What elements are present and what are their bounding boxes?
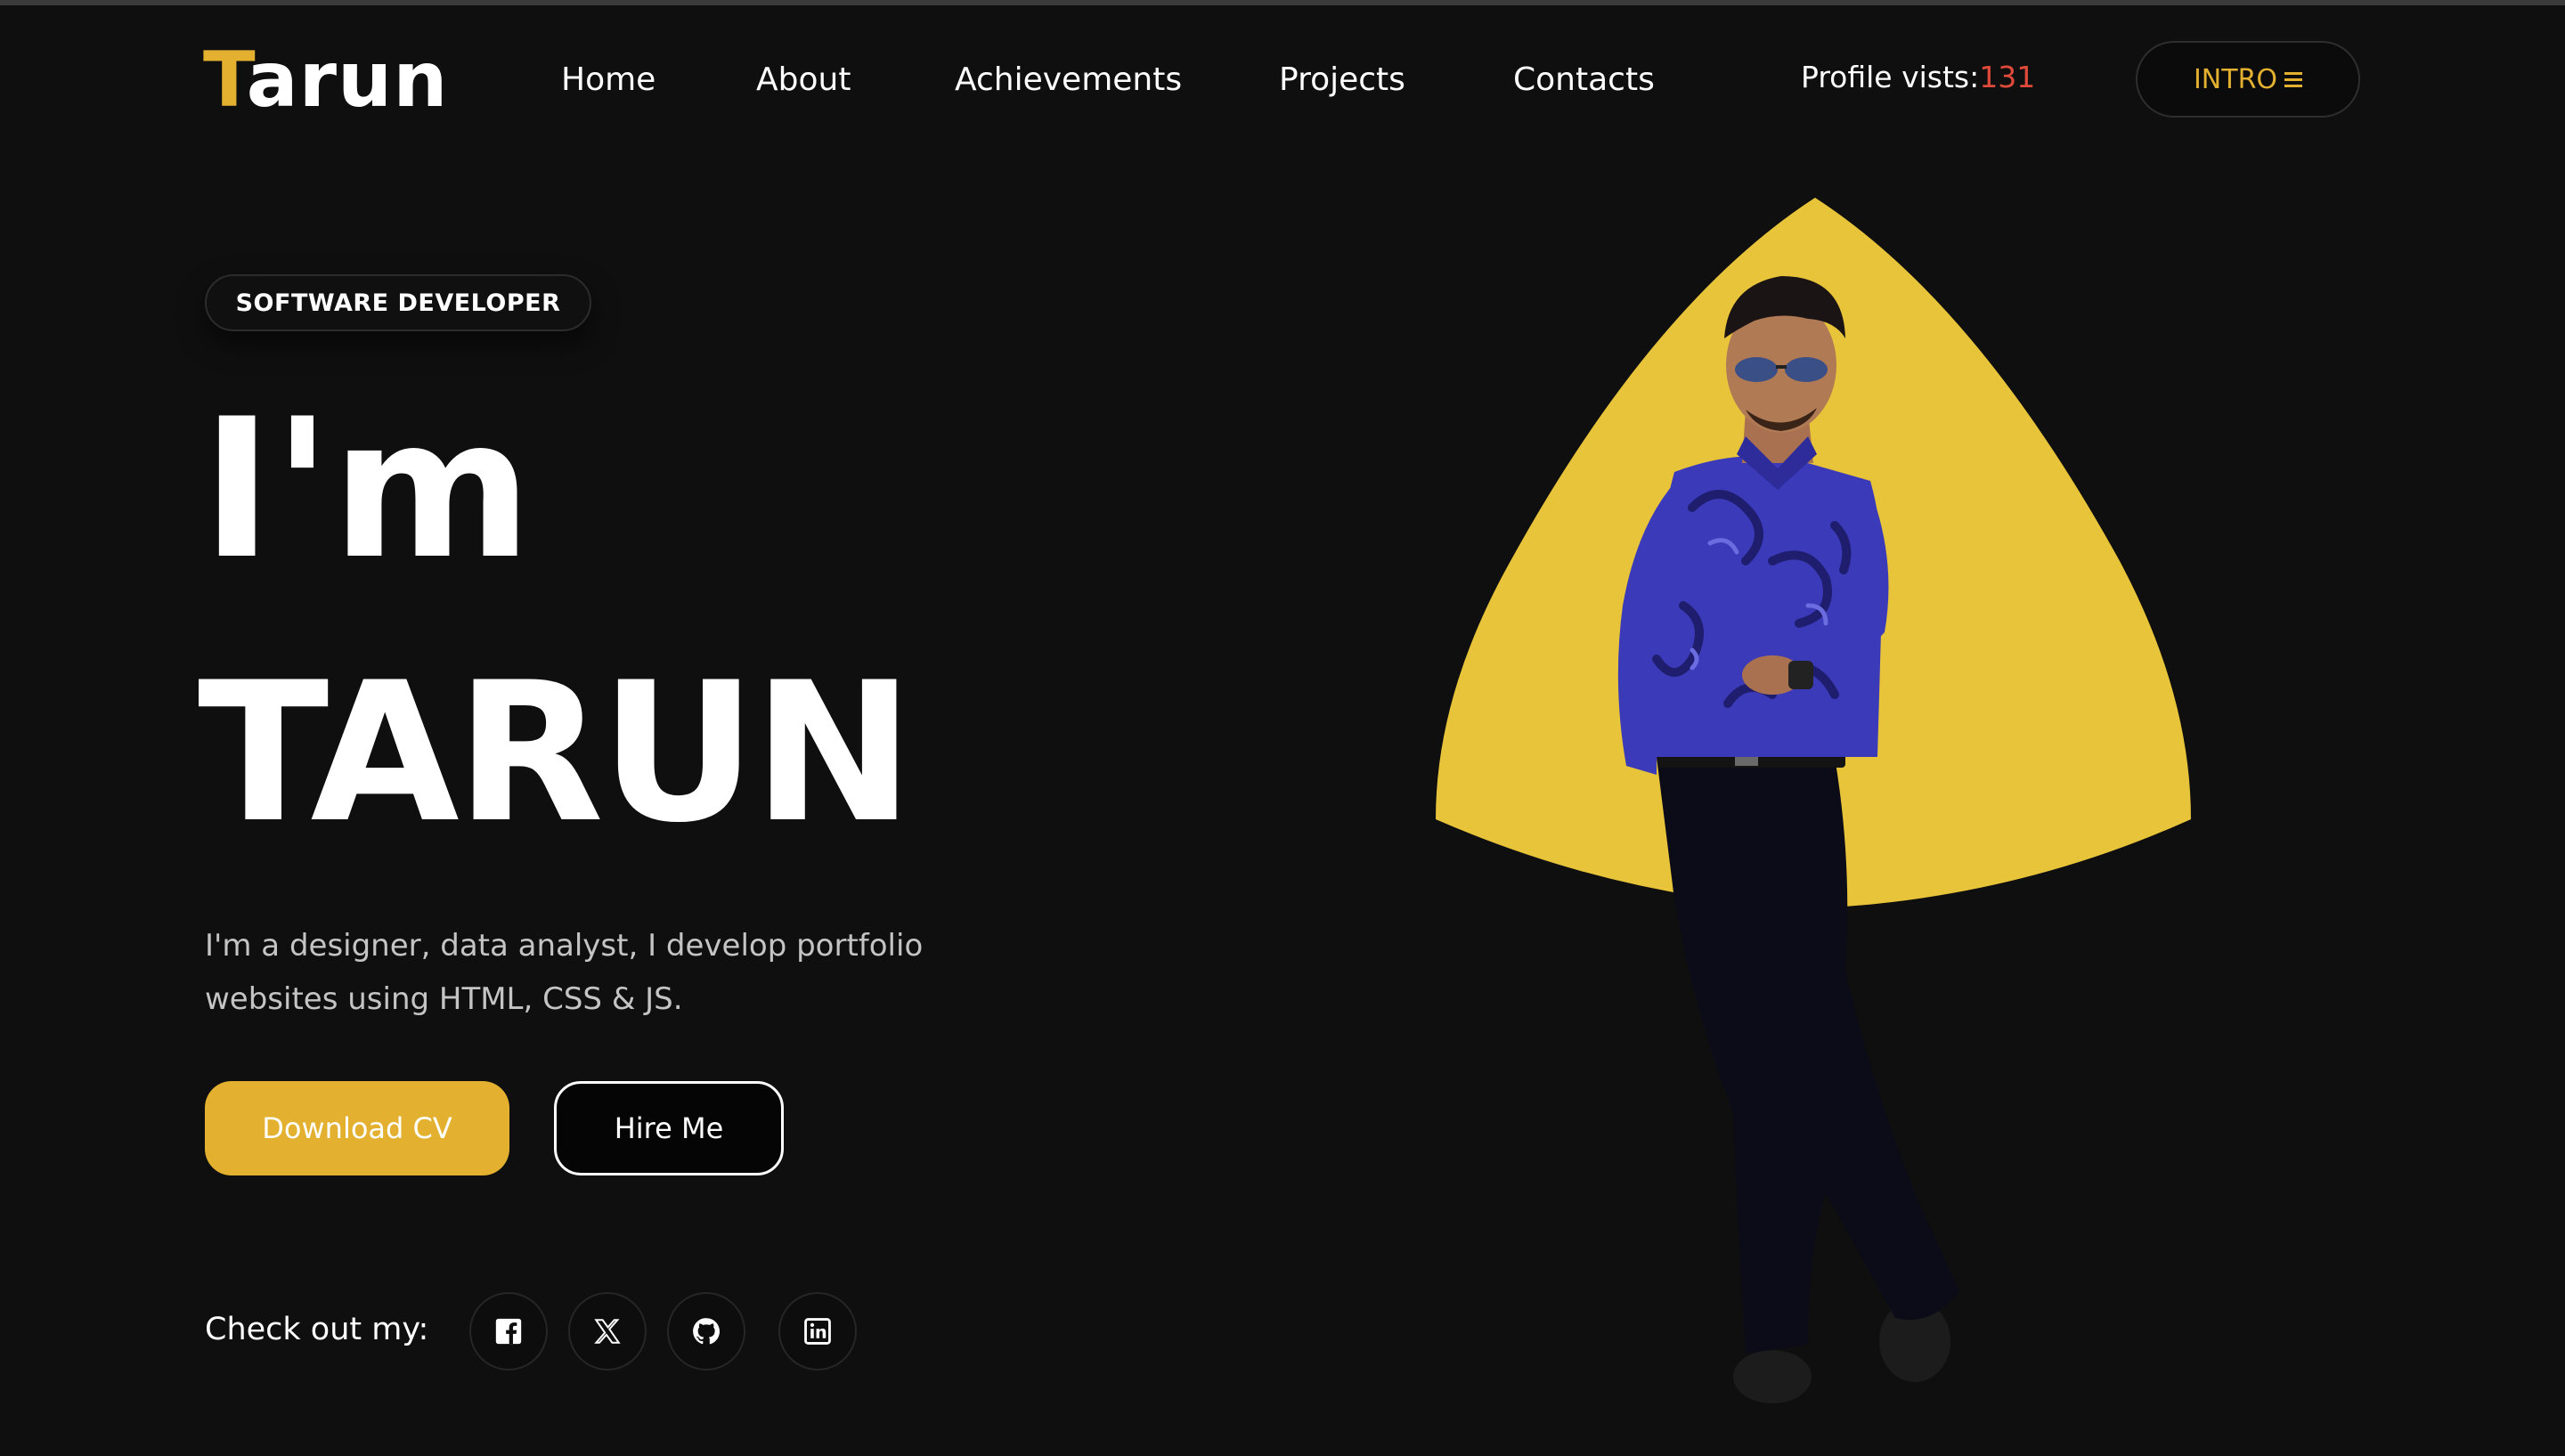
download-cv-button[interactable]: Download CV <box>205 1081 509 1175</box>
x-link[interactable] <box>568 1292 647 1371</box>
site-logo[interactable]: Tarun <box>203 36 448 125</box>
x-icon <box>594 1319 621 1344</box>
visits-label: Profile vists: <box>1801 60 1980 94</box>
nav-achievements[interactable]: Achievements <box>955 53 1182 107</box>
intro-label: INTRO <box>2193 63 2278 95</box>
intro-menu-button[interactable]: INTRO <box>2136 41 2360 118</box>
headline-im: I'm <box>201 378 533 601</box>
headline-name: TARUN <box>198 641 914 865</box>
hire-me-button[interactable]: Hire Me <box>554 1081 784 1175</box>
nav-projects[interactable]: Projects <box>1279 53 1405 107</box>
hero-description: I'm a designer, data analyst, I develop … <box>205 928 924 1017</box>
logo-text: arun <box>246 36 449 125</box>
nav-contacts[interactable]: Contacts <box>1513 53 1655 107</box>
nav-about[interactable]: About <box>756 53 851 107</box>
linkedin-link[interactable] <box>778 1292 857 1371</box>
portfolio-page: Tarun Home About Achievements Projects C… <box>0 0 2565 1456</box>
github-link[interactable] <box>667 1292 745 1371</box>
hero-illustration <box>1436 198 2191 1403</box>
github-icon <box>693 1318 721 1345</box>
window-top-border <box>0 0 2565 5</box>
facebook-icon <box>495 1318 522 1345</box>
linkedin-icon <box>804 1318 831 1345</box>
visits-count: 131 <box>1979 60 2036 94</box>
profile-visits: Profile vists:131 <box>1801 53 2035 102</box>
hamburger-icon <box>2284 71 2303 87</box>
role-badge: SOFTWARE DEVELOPER <box>205 274 591 331</box>
facebook-link[interactable] <box>469 1292 548 1371</box>
nav-home[interactable]: Home <box>561 53 656 107</box>
logo-initial: T <box>203 36 247 125</box>
social-label: Check out my: <box>205 1312 429 1347</box>
